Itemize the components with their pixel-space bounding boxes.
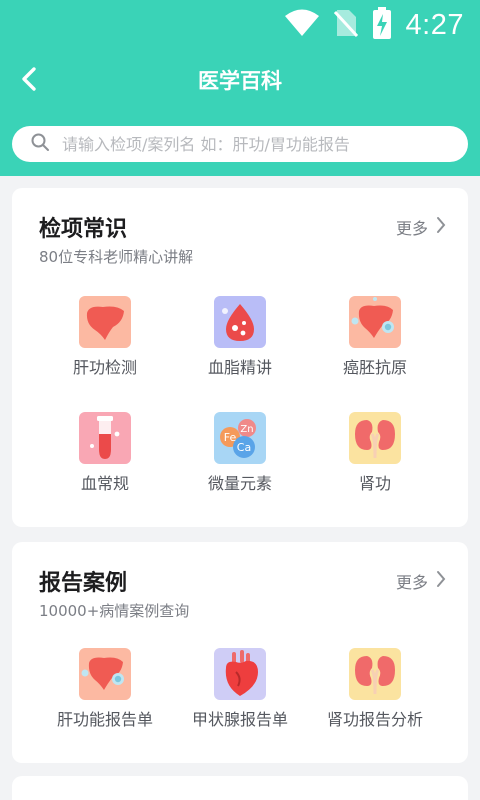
next-section-card [12, 776, 468, 800]
more-link[interactable]: 更多 [396, 569, 446, 593]
grid-item-label: 血常规 [80, 474, 129, 493]
search-input[interactable] [62, 134, 442, 154]
search-icon [30, 132, 50, 156]
chevron-right-icon [436, 570, 446, 592]
chevron-right-icon [436, 216, 446, 238]
trace-elements-icon: Fe Zn Ca [214, 412, 266, 464]
grid-item-liver-report[interactable]: 肝功能报告单 [40, 648, 170, 732]
grid-item-label: 肝功能报告单 [56, 710, 153, 729]
section-subtitle: 10000+病情案例查询 [39, 602, 190, 620]
liver-icon [79, 296, 131, 348]
grid-item-label: 肝功检测 [72, 358, 137, 377]
grid-item-label: 血脂精讲 [207, 358, 272, 377]
grid-item-kidney-report[interactable]: 肾功报告分析 [310, 648, 440, 732]
nav-bar: 医学百科 [0, 56, 480, 106]
grid-item-kidney[interactable]: 肾功 [310, 412, 440, 496]
liver-virus-icon [349, 296, 401, 348]
status-bar: 4:27 [0, 0, 480, 50]
heart-icon [214, 648, 266, 700]
grid-item-blood-routine[interactable]: 血常规 [40, 412, 170, 496]
grid-item-label: 癌胚抗原 [342, 358, 407, 377]
wifi-icon [284, 9, 320, 41]
more-label: 更多 [395, 219, 428, 238]
blood-drop-icon [214, 296, 266, 348]
grid-item-label: 肾功 [358, 474, 391, 493]
grid-item-liver-test[interactable]: 肝功检测 [40, 296, 170, 380]
grid-item-trace-elements[interactable]: Fe Zn Ca 微量元素 [175, 412, 305, 496]
grid-item-blood-lipid[interactable]: 血脂精讲 [175, 296, 305, 380]
grid-item-thyroid-report[interactable]: 甲状腺报告单 [175, 648, 305, 732]
kidney-icon [349, 648, 401, 700]
ca-label: Ca [237, 441, 251, 454]
grid-item-label: 肾功报告分析 [326, 710, 423, 729]
section-title: 报告案例 [39, 571, 128, 596]
zn-label: Zn [240, 424, 253, 435]
page-title: 医学百科 [198, 69, 282, 93]
more-link[interactable]: 更多 [396, 215, 446, 239]
fe-label: Fe [224, 431, 237, 444]
report-cases-card: 报告案例 10000+病情案例查询 更多 肝功能报告单 甲状腺报告单 肾功报告分… [12, 542, 468, 763]
section-title: 检项常识 [39, 217, 128, 242]
app-header: 4:27 医学百科 [0, 0, 480, 176]
grid-item-label: 微量元素 [207, 474, 272, 493]
grid-item-cea[interactable]: 癌胚抗原 [310, 296, 440, 380]
section-subtitle: 80位专科老师精心讲解 [39, 248, 194, 266]
no-sim-icon [333, 8, 358, 42]
grid-item-label: 甲状腺报告单 [191, 710, 288, 729]
status-time: 4:27 [405, 8, 464, 41]
kidney-icon [349, 412, 401, 464]
knowledge-card: 检项常识 80位专科老师精心讲解 更多 肝功检测 血脂精讲 癌胚抗原 血常规 F… [12, 188, 468, 527]
more-label: 更多 [395, 573, 428, 592]
search-bar[interactable] [12, 126, 468, 162]
liver-virus-icon [79, 648, 131, 700]
test-tube-icon [79, 412, 131, 464]
battery-charging-icon [372, 7, 392, 43]
